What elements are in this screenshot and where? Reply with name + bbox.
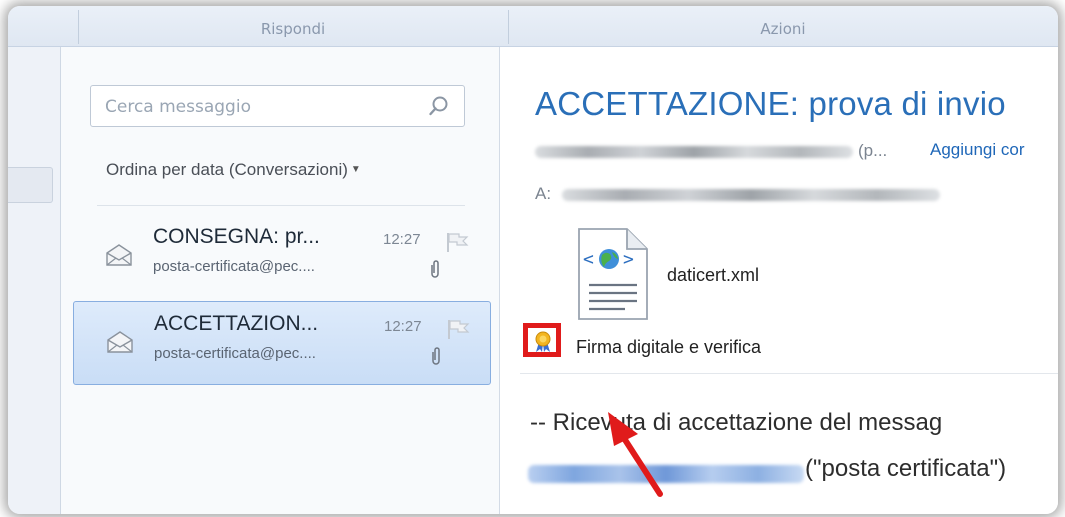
message-subject: ACCETTAZION...: [154, 312, 319, 335]
flag-icon[interactable]: [446, 318, 472, 344]
attachment-icon: [428, 259, 442, 283]
divider: [520, 373, 1058, 374]
message-sender: posta-certificata@pec....: [154, 345, 316, 362]
attachment-icon: [429, 346, 443, 370]
search-input[interactable]: [103, 94, 407, 120]
signature-highlight-box: [523, 323, 561, 357]
open-envelope-icon: [106, 330, 134, 358]
flag-icon[interactable]: [445, 231, 471, 257]
svg-text:<: <: [583, 249, 594, 270]
sender-address-trail: (p...: [858, 141, 888, 160]
message-list-pane: Ordina per data (Conversazioni)▼ CONSEGN…: [61, 47, 500, 514]
search-icon[interactable]: [428, 95, 450, 121]
ribbon: Rispondi Azioni: [8, 6, 1058, 47]
xml-file-icon[interactable]: < >: [575, 227, 649, 325]
reading-pane: ACCETTAZIONE: prova di invio (p... Aggiu…: [500, 47, 1058, 514]
sort-label: Ordina per data (Conversazioni): [106, 160, 348, 179]
message-title: ACCETTAZIONE: prova di invio: [535, 85, 1006, 122]
message-time: 12:27: [383, 231, 421, 248]
list-item[interactable]: ACCETTAZION... 12:27 posta-certificata@p…: [73, 301, 491, 385]
message-subject: CONSEGNA: pr...: [153, 225, 320, 248]
attachment-name[interactable]: daticert.xml: [667, 265, 759, 286]
redacted-address: [528, 465, 804, 483]
message-sender: posta-certificata@pec....: [153, 258, 315, 275]
list-item[interactable]: CONSEGNA: pr... 12:27 posta-certificata@…: [73, 215, 491, 299]
mail-window: Rispondi Azioni Ordina per data (Convers…: [8, 6, 1058, 514]
sort-dropdown[interactable]: Ordina per data (Conversazioni) ▼: [106, 160, 361, 180]
chevron-down-icon: ▼: [350, 164, 361, 175]
digital-signature-link[interactable]: Firma digitale e verifica: [576, 337, 761, 358]
ribbon-group-azioni: Azioni: [760, 20, 806, 38]
navigation-button[interactable]: [8, 167, 53, 203]
message-body-line: -- Ricevuta di accettazione del messag: [530, 409, 943, 436]
to-label: A:: [535, 184, 552, 203]
redacted-sender: [535, 146, 853, 158]
certificate-ribbon-icon[interactable]: [533, 331, 553, 357]
add-contact-link[interactable]: Aggiungi cor: [930, 140, 1025, 160]
open-envelope-icon: [105, 243, 133, 271]
message-body-line: ("posta certificata"): [805, 455, 1007, 482]
svg-text:>: >: [623, 249, 634, 270]
search-box[interactable]: [90, 85, 465, 127]
divider: [97, 205, 465, 206]
redacted-recipient: [562, 189, 940, 201]
message-time: 12:27: [384, 318, 422, 335]
navigation-pane-edge: [8, 47, 61, 514]
ribbon-group-rispondi: Rispondi: [260, 20, 326, 38]
